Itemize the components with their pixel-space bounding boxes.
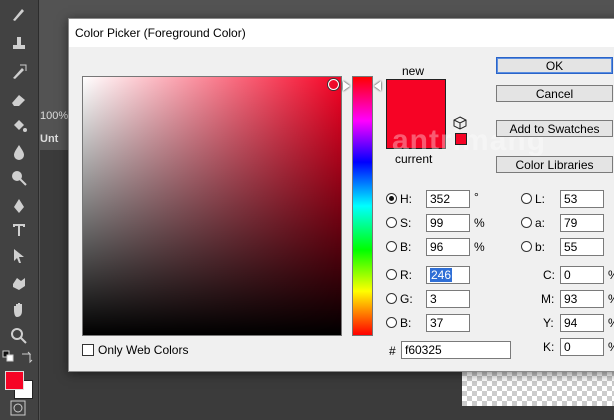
eraser-icon[interactable] (6, 90, 32, 110)
blue-input[interactable] (426, 314, 470, 332)
dodge-icon[interactable] (6, 168, 32, 188)
only-web-colors-checkbox[interactable] (82, 344, 94, 356)
path-selection-icon[interactable] (6, 246, 32, 266)
history-brush-icon[interactable] (6, 62, 32, 82)
h-input[interactable] (426, 190, 470, 208)
cancel-button[interactable]: Cancel (496, 85, 613, 102)
l-input[interactable] (560, 190, 604, 208)
r-label: R: (400, 268, 412, 282)
transparent-canvas (462, 366, 614, 406)
g-input[interactable] (426, 290, 470, 308)
blue-radio[interactable] (386, 317, 397, 328)
lab-b-radio[interactable] (521, 241, 532, 252)
type-icon[interactable] (6, 220, 32, 240)
foreground-color-swatch[interactable] (5, 371, 24, 390)
hex-label: # (389, 344, 396, 358)
y-label: Y: (543, 316, 554, 330)
h-unit: ° (474, 190, 479, 204)
k-input[interactable] (560, 338, 604, 356)
hex-input[interactable] (401, 341, 511, 359)
c-input[interactable] (560, 266, 604, 284)
zoom-icon[interactable] (6, 326, 32, 346)
r-input[interactable]: 246 (426, 266, 470, 284)
a-input[interactable] (560, 214, 604, 232)
a-radio[interactable] (521, 217, 532, 228)
new-color-label: new (402, 64, 425, 78)
color-field-cursor[interactable] (328, 79, 339, 90)
k-label: K: (543, 340, 555, 354)
s-input[interactable] (426, 214, 470, 232)
quick-mask-icon[interactable] (10, 400, 26, 416)
g-label: G: (400, 292, 413, 306)
m-unit: % (608, 292, 614, 306)
h-label: H: (400, 192, 412, 206)
s-radio[interactable] (386, 217, 397, 228)
add-to-swatches-button[interactable]: Add to Swatches (496, 120, 613, 137)
hue-slider[interactable] (352, 76, 373, 336)
dialog-title: Color Picker (Foreground Color) (75, 26, 246, 40)
y-input[interactable] (560, 314, 604, 332)
pen-icon[interactable] (6, 196, 32, 216)
paint-bucket-icon[interactable] (6, 116, 32, 136)
hue-slider-left-arrow[interactable] (343, 81, 350, 91)
custom-shape-icon[interactable] (6, 274, 32, 294)
hue-slider-right-arrow[interactable] (374, 81, 381, 91)
hand-icon[interactable] (6, 300, 32, 320)
g-radio[interactable] (386, 293, 397, 304)
dialog-titlebar[interactable]: Color Picker (Foreground Color) (69, 19, 614, 47)
l-label: L: (535, 192, 546, 206)
brightness-unit: % (474, 240, 485, 254)
gamut-warning-swatch[interactable] (455, 133, 467, 145)
k-unit: % (608, 340, 614, 354)
ok-button[interactable]: OK (496, 57, 613, 74)
brush-icon[interactable] (6, 4, 32, 24)
swap-colors-icon[interactable] (20, 350, 34, 364)
m-label: M: (541, 292, 555, 306)
lab-b-input[interactable] (560, 238, 604, 256)
y-unit: % (608, 316, 614, 330)
color-libraries-button[interactable]: Color Libraries (496, 156, 613, 173)
lab-b-label: b: (535, 240, 546, 254)
clone-stamp-icon[interactable] (6, 34, 32, 54)
s-unit: % (474, 216, 485, 230)
color-picker-dialog: Color Picker (Foreground Color) new antr… (68, 18, 614, 372)
m-input[interactable] (560, 290, 604, 308)
l-radio[interactable] (521, 193, 532, 204)
tools-panel (0, 0, 39, 420)
brightness-radio[interactable] (386, 241, 397, 252)
brightness-input[interactable] (426, 238, 470, 256)
c-label: C: (543, 268, 555, 282)
r-input-value: 246 (430, 268, 453, 282)
c-unit: % (608, 268, 614, 282)
r-radio[interactable] (386, 269, 397, 280)
color-field[interactable] (82, 76, 342, 336)
h-radio[interactable] (386, 193, 397, 204)
only-web-colors-label: Only Web Colors (98, 343, 189, 357)
blue-label: B: (400, 316, 412, 330)
out-of-gamut-icon[interactable] (453, 116, 467, 130)
blur-icon[interactable] (6, 142, 32, 162)
a-label: a: (535, 216, 546, 230)
default-colors-icon[interactable] (2, 350, 16, 364)
s-label: S: (400, 216, 412, 230)
brightness-label: B: (400, 240, 412, 254)
current-color-label: current (395, 152, 433, 166)
